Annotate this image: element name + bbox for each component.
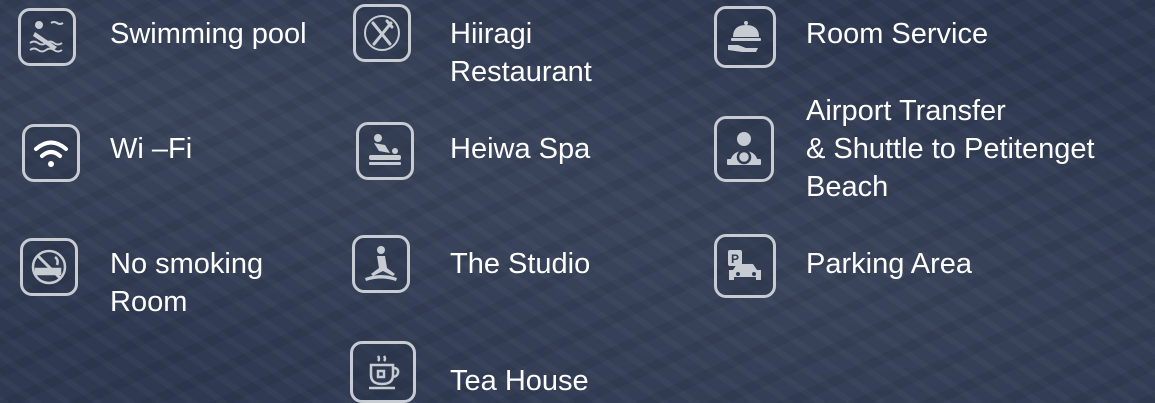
amenity-label-wifi: Wi –Fi — [110, 133, 193, 165]
no-smoking-icon — [20, 238, 78, 296]
wifi-icon — [22, 124, 80, 182]
massage-icon — [356, 122, 414, 180]
tea-cup-icon — [350, 341, 416, 403]
swimmer-icon — [18, 8, 76, 66]
amenity-label-spa: Heiwa Spa — [450, 133, 591, 165]
fork-knife-icon — [353, 4, 411, 62]
amenity-label-studio: The Studio — [450, 248, 591, 280]
parking-car-icon: P — [714, 234, 776, 298]
svg-text:P: P — [731, 252, 739, 266]
amenity-label-parking: Parking Area — [806, 248, 973, 280]
cloche-icon — [714, 6, 776, 68]
amenity-label-restaurant: Hiiragi Restaurant — [450, 18, 592, 88]
yoga-icon — [352, 235, 410, 293]
amenity-label-swimming-pool: Swimming pool — [110, 18, 307, 50]
driver-icon — [714, 116, 774, 182]
amenity-label-airport-transfer: Airport Transfer & Shuttle to Petitenget… — [806, 95, 1095, 203]
amenity-label-tea-house: Tea House — [450, 365, 589, 397]
amenity-label-no-smoking: No smoking Room — [110, 248, 264, 318]
amenity-label-room-service: Room Service — [806, 18, 989, 50]
